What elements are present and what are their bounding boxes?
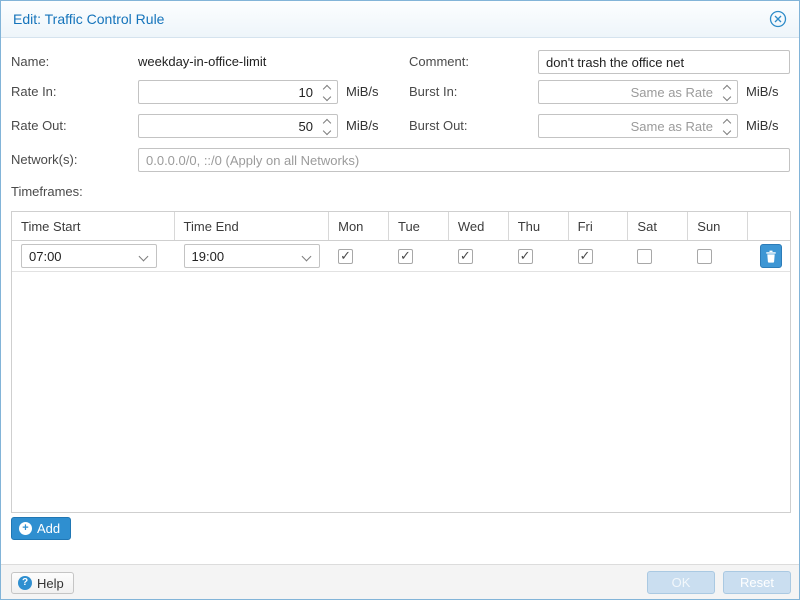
comment-label: Comment: <box>409 54 469 69</box>
spin-up-icon[interactable] <box>319 115 337 126</box>
timeframes-grid: Time Start Time End Mon Tue Wed Thu Fri … <box>11 211 791 513</box>
column-header-sun: Sun <box>688 212 748 240</box>
rate-in-label: Rate In: <box>11 84 57 99</box>
reset-button[interactable]: Reset <box>723 571 791 594</box>
chevron-down-icon[interactable] <box>298 245 318 267</box>
spin-up-icon[interactable] <box>719 81 737 92</box>
sun-checkbox[interactable] <box>697 249 712 264</box>
ok-button[interactable]: OK <box>647 571 715 594</box>
help-button-label: Help <box>37 576 64 591</box>
column-header-wed: Wed <box>449 212 509 240</box>
dialog-titlebar: Edit: Traffic Control Rule <box>1 1 799 38</box>
burst-in-unit: MiB/s <box>746 84 779 99</box>
chevron-down-icon[interactable] <box>135 245 155 267</box>
rate-out-spinner[interactable] <box>319 115 337 137</box>
comment-input[interactable] <box>538 50 790 74</box>
close-icon[interactable] <box>769 10 787 28</box>
networks-label: Network(s): <box>11 152 77 167</box>
networks-input[interactable] <box>138 148 790 172</box>
rate-out-unit: MiB/s <box>346 118 379 133</box>
timeframe-row <box>12 241 790 272</box>
rate-in-input[interactable] <box>138 80 338 104</box>
spin-down-icon[interactable] <box>719 126 737 137</box>
help-button[interactable]: ? Help <box>11 572 74 594</box>
spin-down-icon[interactable] <box>319 92 337 103</box>
dialog-footer: ? Help OK Reset <box>1 564 799 599</box>
dialog-title: Edit: Traffic Control Rule <box>13 11 164 27</box>
fri-checkbox[interactable] <box>578 249 593 264</box>
timeframes-label: Timeframes: <box>11 184 83 199</box>
spin-up-icon[interactable] <box>319 81 337 92</box>
spin-down-icon[interactable] <box>719 92 737 103</box>
spin-up-icon[interactable] <box>719 115 737 126</box>
sat-checkbox[interactable] <box>637 249 652 264</box>
burst-in-label: Burst In: <box>409 84 457 99</box>
column-header-time-start: Time Start <box>12 212 175 240</box>
column-header-actions <box>748 212 790 240</box>
burst-out-input[interactable] <box>538 114 738 138</box>
thu-checkbox[interactable] <box>518 249 533 264</box>
burst-out-label: Burst Out: <box>409 118 468 133</box>
wed-checkbox[interactable] <box>458 249 473 264</box>
edit-traffic-control-rule-dialog: Edit: Traffic Control Rule Name: weekday… <box>0 0 800 600</box>
rate-out-label: Rate Out: <box>11 118 67 133</box>
spin-down-icon[interactable] <box>319 126 337 137</box>
name-value: weekday-in-office-limit <box>138 54 266 69</box>
rate-in-spinner[interactable] <box>319 81 337 103</box>
burst-in-spinner[interactable] <box>719 81 737 103</box>
burst-in-input[interactable] <box>538 80 738 104</box>
add-button-label: Add <box>37 521 60 536</box>
add-timeframe-button[interactable]: + Add <box>11 517 71 540</box>
question-circle-icon: ? <box>18 576 32 590</box>
column-header-fri: Fri <box>569 212 629 240</box>
rate-out-input[interactable] <box>138 114 338 138</box>
tue-checkbox[interactable] <box>398 249 413 264</box>
timeframes-grid-header: Time Start Time End Mon Tue Wed Thu Fri … <box>12 212 790 241</box>
trash-icon <box>765 250 777 263</box>
column-header-mon: Mon <box>329 212 389 240</box>
column-header-time-end: Time End <box>175 212 330 240</box>
delete-row-button[interactable] <box>760 244 782 268</box>
column-header-sat: Sat <box>628 212 688 240</box>
burst-out-unit: MiB/s <box>746 118 779 133</box>
name-label: Name: <box>11 54 49 69</box>
column-header-thu: Thu <box>509 212 569 240</box>
mon-checkbox[interactable] <box>338 249 353 264</box>
burst-out-spinner[interactable] <box>719 115 737 137</box>
column-header-tue: Tue <box>389 212 449 240</box>
plus-circle-icon: + <box>19 522 32 535</box>
rate-in-unit: MiB/s <box>346 84 379 99</box>
